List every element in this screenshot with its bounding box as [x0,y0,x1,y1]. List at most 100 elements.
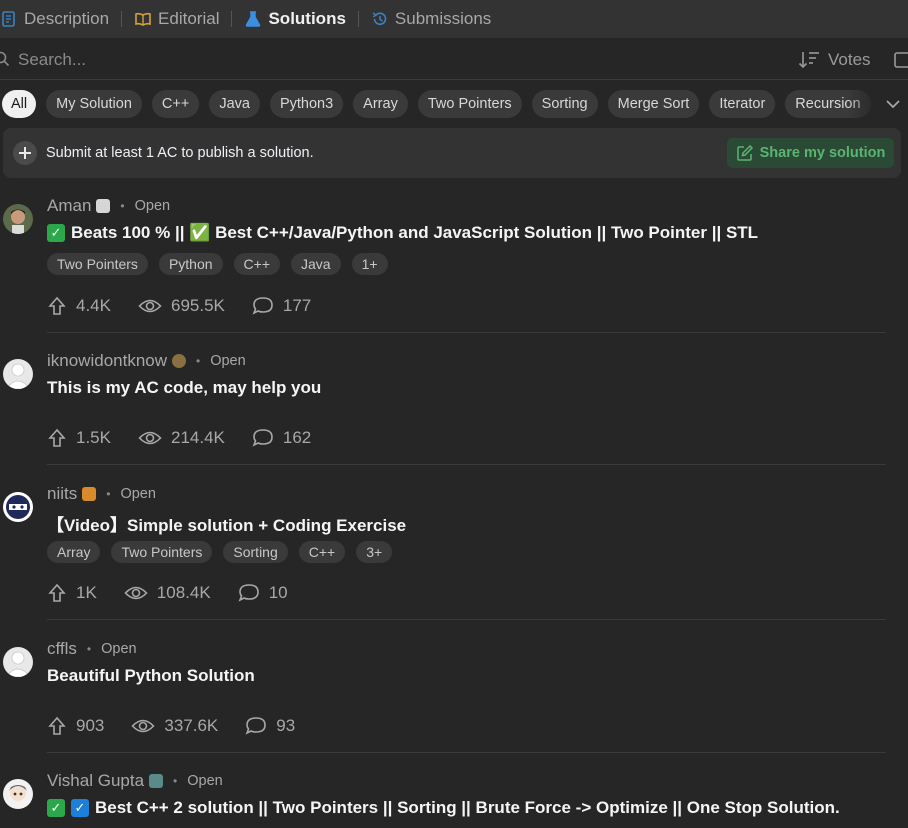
post-title[interactable]: Beautiful Python Solution [47,666,255,686]
tab-divider [357,11,359,27]
tag[interactable]: 1+ [351,253,388,275]
post-title[interactable]: ✓ ✓ Best C++ 2 solution || Two Pointers … [47,798,840,818]
badge-icon [96,199,111,213]
badge-icon [149,774,164,788]
tag[interactable]: Two Pointers [111,541,213,563]
author-name[interactable]: cffls [47,639,77,659]
publish-banner: Submit at least 1 AC to publish a soluti… [3,128,901,178]
separator-dot: • [120,199,125,213]
filter-chip-merge-sort[interactable]: Merge Sort [607,90,700,118]
author-line: Vishal Gupta • Open [47,771,223,791]
post-title-text: 【Video】Simple solution + Coding Exercise [47,516,407,535]
status-label: Open [187,773,223,789]
tag[interactable]: C++ [233,253,280,275]
tag[interactable]: Two Pointers [47,253,148,275]
tab-solutions-label: Solutions [268,9,346,28]
post-title-text: Beats 100 % || ✅ Best C++/Java/Python an… [71,223,759,242]
comment-stat[interactable]: 10 [238,583,288,603]
filter-chip-two-pointers[interactable]: Two Pointers [417,90,522,118]
history-icon [371,10,389,28]
upvote-count: 903 [76,716,105,735]
status-label: Open [101,641,137,657]
tab-editorial[interactable]: Editorial [130,0,223,38]
upvote-icon [48,428,66,447]
separator-dot: • [196,354,201,368]
author-name[interactable]: niits [47,484,77,504]
author-name[interactable]: Vishal Gupta [47,771,144,791]
comment-icon [252,429,273,447]
tag[interactable]: 3+ [356,541,393,563]
filter-chip-all[interactable]: All [2,90,37,118]
tab-solutions[interactable]: Solutions [240,0,349,38]
search-input[interactable] [18,47,618,73]
badge-icon [172,354,187,368]
comment-stat[interactable]: 93 [245,716,295,736]
comment-count: 177 [282,296,312,315]
comment-count: 93 [276,716,296,735]
tab-submissions[interactable]: Submissions [367,0,495,38]
comment-stat[interactable]: 177 [252,296,311,316]
sort-icon [798,52,819,69]
avatar[interactable] [3,492,33,522]
share-solution-label: Share my solution [759,145,886,161]
plus-icon[interactable] [13,141,37,165]
tab-description-label: Description [24,9,110,28]
upvote-stat[interactable]: 903 [47,716,104,736]
tab-bar: Description Editorial Solutions Submissi… [0,0,908,38]
chevron-down-icon[interactable] [884,95,902,113]
layout-icon[interactable] [893,50,908,70]
avatar[interactable] [3,204,33,234]
post-title-text: Beautiful Python Solution [47,666,255,685]
comment-icon [252,297,273,315]
upvote-stat[interactable]: 1.5K [47,428,111,448]
checkmark-icon: ✓ [47,224,65,242]
avatar[interactable] [3,779,33,809]
avatar[interactable] [3,647,33,677]
post-tags: Two Pointers Python C++ Java 1+ [47,253,399,275]
comment-count: 162 [282,428,312,447]
filter-chip-sorting[interactable]: Sorting [531,90,598,118]
filter-chip-array[interactable]: Array [353,90,408,118]
tag[interactable]: Sorting [223,541,288,563]
flask-icon [244,10,262,28]
post-tags: Array Two Pointers Sorting C++ 3+ [47,541,403,563]
search-icon [0,51,10,67]
filter-chip-my-solution[interactable]: My Solution [46,90,142,118]
upvote-stat[interactable]: 1K [47,583,97,603]
upvote-stat[interactable]: 4.4K [47,296,111,316]
view-stat: 108.4K [124,583,211,603]
filter-chip-python3[interactable]: Python3 [269,90,344,118]
divider [47,619,886,620]
publish-text: Submit at least 1 AC to publish a soluti… [46,145,314,161]
post-title[interactable]: ✓ Beats 100 % || ✅ Best C++/Java/Python … [47,223,758,243]
author-name[interactable]: iknowidontknow [47,351,167,371]
eye-icon [138,299,162,313]
tab-description[interactable]: Description [0,0,113,38]
comment-stat[interactable]: 162 [252,428,311,448]
post-stats: 4.4K 695.5K 177 [47,296,338,316]
tag[interactable]: Python [158,253,223,275]
upvote-count: 1K [76,583,97,602]
avatar[interactable] [3,359,33,389]
tag[interactable]: C++ [298,541,346,563]
tab-divider [231,11,233,27]
badge-icon [82,487,97,501]
upvote-count: 1.5K [76,428,111,447]
author-name[interactable]: Aman [47,196,91,216]
post-stats: 1.5K 214.4K 162 [47,428,338,448]
tag[interactable]: Java [291,253,341,275]
tab-editorial-label: Editorial [158,9,220,28]
filter-chip-iterator[interactable]: Iterator [709,90,776,118]
filter-chip-cpp[interactable]: C++ [151,90,200,118]
author-line: cffls • Open [47,639,137,659]
post-title[interactable]: 【Video】Simple solution + Coding Exercise [47,511,406,536]
eye-icon [131,719,155,733]
filter-chip-java[interactable]: Java [209,90,260,118]
sort-button[interactable]: Votes [798,48,871,72]
edit-icon [736,144,753,161]
eye-icon [124,586,148,600]
eye-icon [138,431,162,445]
share-solution-button[interactable]: Share my solution [727,138,894,168]
post-title[interactable]: This is my AC code, may help you [47,378,321,398]
tag[interactable]: Array [47,541,101,563]
